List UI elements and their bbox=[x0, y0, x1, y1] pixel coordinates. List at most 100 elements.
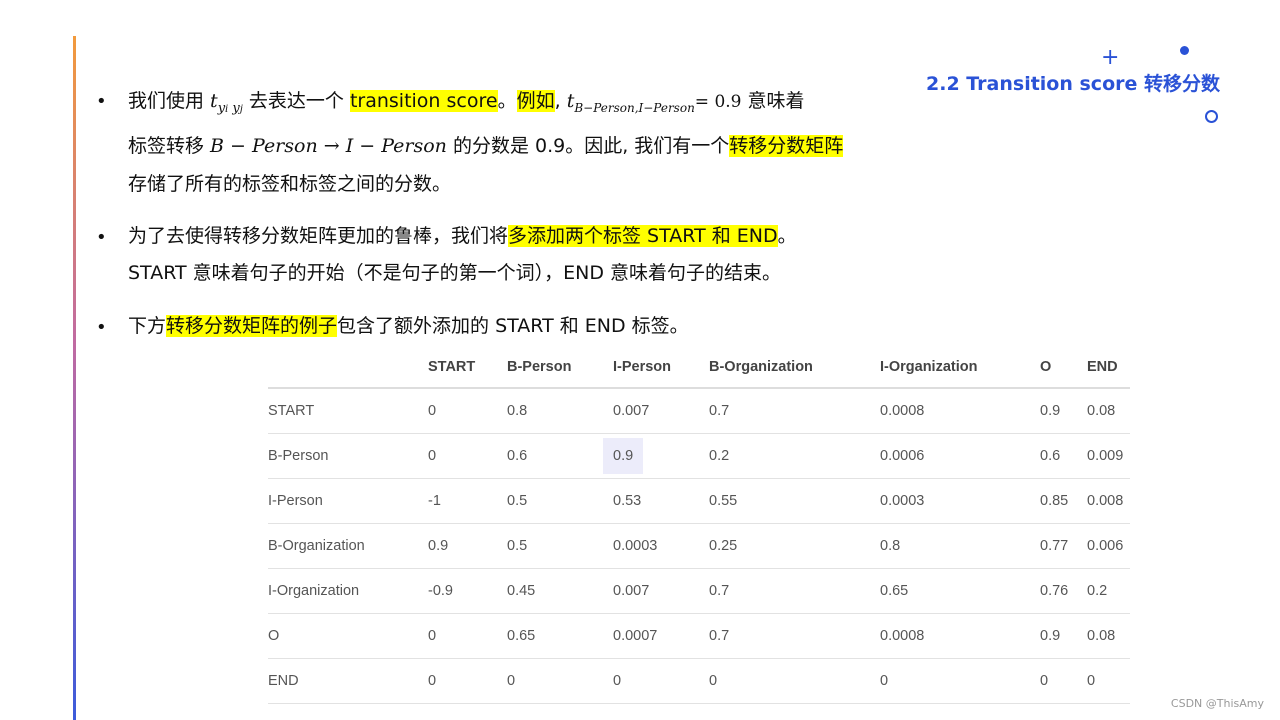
table-cell: 0.8 bbox=[880, 523, 1040, 569]
highlight-add-tags: 多添加两个标签 START 和 END bbox=[508, 225, 778, 247]
table-cell: 0.53 bbox=[613, 478, 709, 524]
table-cell: 0.85 bbox=[1040, 478, 1087, 524]
table-cell: 0 bbox=[507, 658, 613, 704]
bullet1-line3: 存储了所有的标签和标签之间的分数。 bbox=[128, 173, 452, 195]
math-subscript: B−Person,I−Person bbox=[574, 100, 695, 115]
table-cell: 0.9 bbox=[603, 433, 709, 479]
highlighted-cell: 0.9 bbox=[603, 438, 644, 474]
table-cell: 0 bbox=[1040, 658, 1087, 704]
text: 标签转移 bbox=[128, 135, 211, 157]
slide-title: 2.2 Transition score 转移分数 bbox=[926, 73, 1220, 95]
table-header-cell: END bbox=[1087, 347, 1130, 389]
table-cell: 0.0003 bbox=[880, 478, 1040, 524]
bullet1-line2: 标签转移 B − Person → I − Person 的分数是 0.9。因此… bbox=[128, 125, 844, 168]
table-row: O 0 0.65 0.0007 0.7 0.0008 0.9 0.08 bbox=[268, 613, 1130, 659]
table-row: END 0 0 0 0 0 0 0 bbox=[268, 658, 1130, 704]
accent-bar bbox=[73, 36, 76, 720]
row-label: END bbox=[268, 658, 428, 704]
text: 的分数是 0.9。因此, 我们有一个 bbox=[446, 135, 730, 157]
highlight-matrix: 转移分数矩阵 bbox=[729, 135, 844, 157]
table-cell: 0.2 bbox=[709, 433, 880, 479]
table-cell: 0 bbox=[428, 658, 507, 704]
text: 意味着 bbox=[741, 90, 805, 112]
table-cell: 0.009 bbox=[1087, 433, 1130, 479]
math-y: y bbox=[217, 100, 226, 116]
text: 去表达一个 bbox=[242, 90, 350, 112]
text: 。 bbox=[777, 225, 797, 247]
table-cell: 0 bbox=[428, 433, 507, 479]
table-cell: 0.0008 bbox=[880, 613, 1040, 659]
bullet2-line2: START 意味着句子的开始（不是句子的第一个词），END 意味着句子的结束。 bbox=[128, 262, 782, 284]
table-cell: 0.9 bbox=[1040, 613, 1087, 659]
bullet-marker: • bbox=[96, 317, 107, 338]
table-header-cell: B-Person bbox=[507, 347, 613, 389]
table-cell: 0.6 bbox=[507, 433, 613, 479]
table-cell: 0.2 bbox=[1087, 568, 1130, 614]
table-cell: 0.008 bbox=[1087, 478, 1130, 524]
table-cell: 0.006 bbox=[1087, 523, 1130, 569]
table-header-cell: START bbox=[428, 347, 507, 389]
table-cell: 0 bbox=[1087, 658, 1130, 704]
ring-decoration-icon bbox=[1205, 110, 1218, 123]
table-cell: 0 bbox=[709, 658, 880, 704]
text: 包含了额外添加的 START 和 END 标签。 bbox=[337, 315, 689, 337]
table-cell: 0.08 bbox=[1087, 388, 1130, 434]
table-cell: 0.0008 bbox=[880, 388, 1040, 434]
table-cell: 0.55 bbox=[709, 478, 880, 524]
math-equals: = 0.9 bbox=[694, 92, 742, 112]
table-cell: 0.25 bbox=[709, 523, 880, 569]
table-cell: 0 bbox=[428, 613, 507, 659]
math-y: y bbox=[232, 100, 240, 116]
table-cell: 0.0003 bbox=[613, 523, 709, 569]
row-label: B-Organization bbox=[268, 523, 428, 569]
table-cell: 0 bbox=[613, 658, 709, 704]
table-cell: 0.5 bbox=[507, 523, 613, 569]
table-cell: 0.65 bbox=[507, 613, 613, 659]
text: , bbox=[554, 90, 567, 112]
math-i-person: I − Person bbox=[345, 135, 447, 157]
table-cell: 0.007 bbox=[613, 568, 709, 614]
dot-decoration-icon bbox=[1180, 46, 1189, 55]
table-cell: -0.9 bbox=[428, 568, 507, 614]
row-label: O bbox=[268, 613, 428, 659]
text: 下方 bbox=[128, 315, 167, 337]
highlight-example: 例如 bbox=[516, 90, 555, 112]
table-header-cell bbox=[268, 347, 428, 389]
row-label: I-Person bbox=[268, 478, 428, 524]
table-cell: 0.76 bbox=[1040, 568, 1087, 614]
table-row: I-Organization -0.9 0.45 0.007 0.7 0.65 … bbox=[268, 568, 1130, 614]
table-header-cell: I-Organization bbox=[880, 347, 1040, 389]
bullet-marker: • bbox=[96, 227, 107, 248]
table-cell: 0.0006 bbox=[880, 433, 1040, 479]
table-cell: 0.007 bbox=[613, 388, 709, 434]
table-cell: 0.6 bbox=[1040, 433, 1087, 479]
table-cell: 0.9 bbox=[1040, 388, 1087, 434]
row-label: START bbox=[268, 388, 428, 434]
table-cell: 0.8 bbox=[507, 388, 613, 434]
table-header-cell: B-Organization bbox=[709, 347, 880, 389]
plus-decoration-icon: + bbox=[1101, 45, 1120, 70]
table-row: B-Person 0 0.6 0.9 0.2 0.0006 0.6 0.009 bbox=[268, 433, 1130, 479]
table-header-cell: I-Person bbox=[613, 347, 709, 389]
table-row: START 0 0.8 0.007 0.7 0.0008 0.9 0.08 bbox=[268, 388, 1130, 434]
table-cell: 0 bbox=[428, 388, 507, 434]
transition-matrix-table: START B-Person I-Person B-Organization I… bbox=[268, 347, 1130, 704]
table-cell: 0.5 bbox=[507, 478, 613, 524]
math-t: t bbox=[210, 90, 218, 112]
highlight-transition-score: transition score bbox=[349, 90, 498, 112]
watermark: CSDN @ThisAmy bbox=[1170, 697, 1264, 710]
table-cell: 0.77 bbox=[1040, 523, 1087, 569]
table-cell: 0 bbox=[880, 658, 1040, 704]
text: 我们使用 bbox=[128, 90, 211, 112]
table-cell: 0.7 bbox=[709, 388, 880, 434]
math-arrow: → bbox=[317, 135, 346, 157]
math-b-person: B − Person bbox=[210, 135, 318, 157]
text: 。 bbox=[497, 90, 517, 112]
table-cell: 0.65 bbox=[880, 568, 1040, 614]
table-cell: 0.7 bbox=[709, 568, 880, 614]
row-label: I-Organization bbox=[268, 568, 428, 614]
table-cell: 0.0007 bbox=[613, 613, 709, 659]
table-row: I-Person -1 0.5 0.53 0.55 0.0003 0.85 0.… bbox=[268, 478, 1130, 524]
bullet3-line: 下方转移分数矩阵的例子包含了额外添加的 START 和 END 标签。 bbox=[128, 305, 689, 348]
text: 为了去使得转移分数矩阵更加的鲁棒，我们将 bbox=[128, 225, 509, 247]
